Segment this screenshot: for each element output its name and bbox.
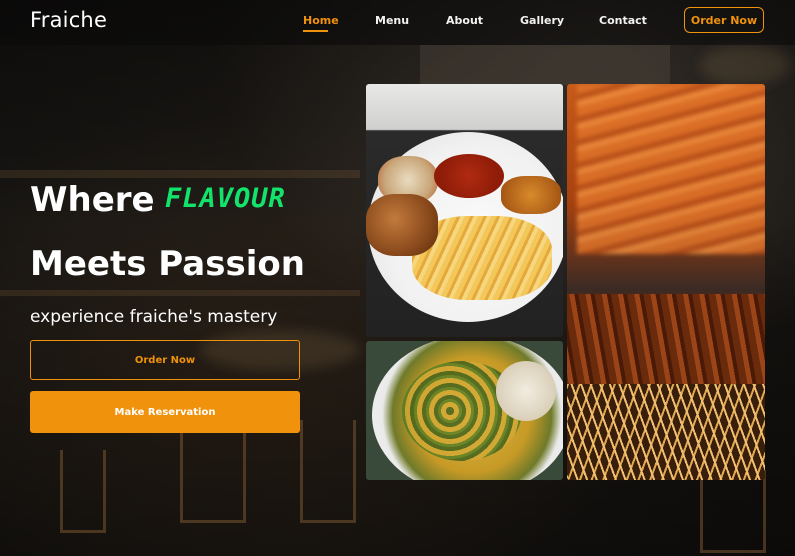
hero-title-line2: Meets Passion [30, 244, 305, 284]
nav-item-home[interactable]: Home [303, 14, 339, 27]
hero-title-where: Where [30, 180, 155, 220]
brand-logo[interactable]: Fraiche [30, 8, 107, 32]
active-nav-indicator [303, 30, 328, 32]
plate-fries-chicken-photo [366, 84, 563, 337]
nav-item-gallery[interactable]: Gallery [520, 14, 564, 27]
header-order-now-button[interactable]: Order Now [684, 7, 764, 33]
nav-item-about[interactable]: About [446, 14, 483, 27]
site-header: Fraiche Home Menu About Gallery Contact … [0, 0, 795, 45]
nav-item-menu[interactable]: Menu [375, 14, 409, 27]
hero-title-accent: FLAVOUR [165, 183, 286, 214]
hero-subtitle: experience fraiche's mastery [30, 307, 278, 327]
make-reservation-button[interactable]: Make Reservation [30, 391, 300, 433]
egusi-soup-photo [366, 341, 563, 480]
suya-skewers-photo [567, 84, 765, 480]
order-now-button[interactable]: Order Now [30, 340, 300, 380]
nav-item-contact[interactable]: Contact [599, 14, 647, 27]
